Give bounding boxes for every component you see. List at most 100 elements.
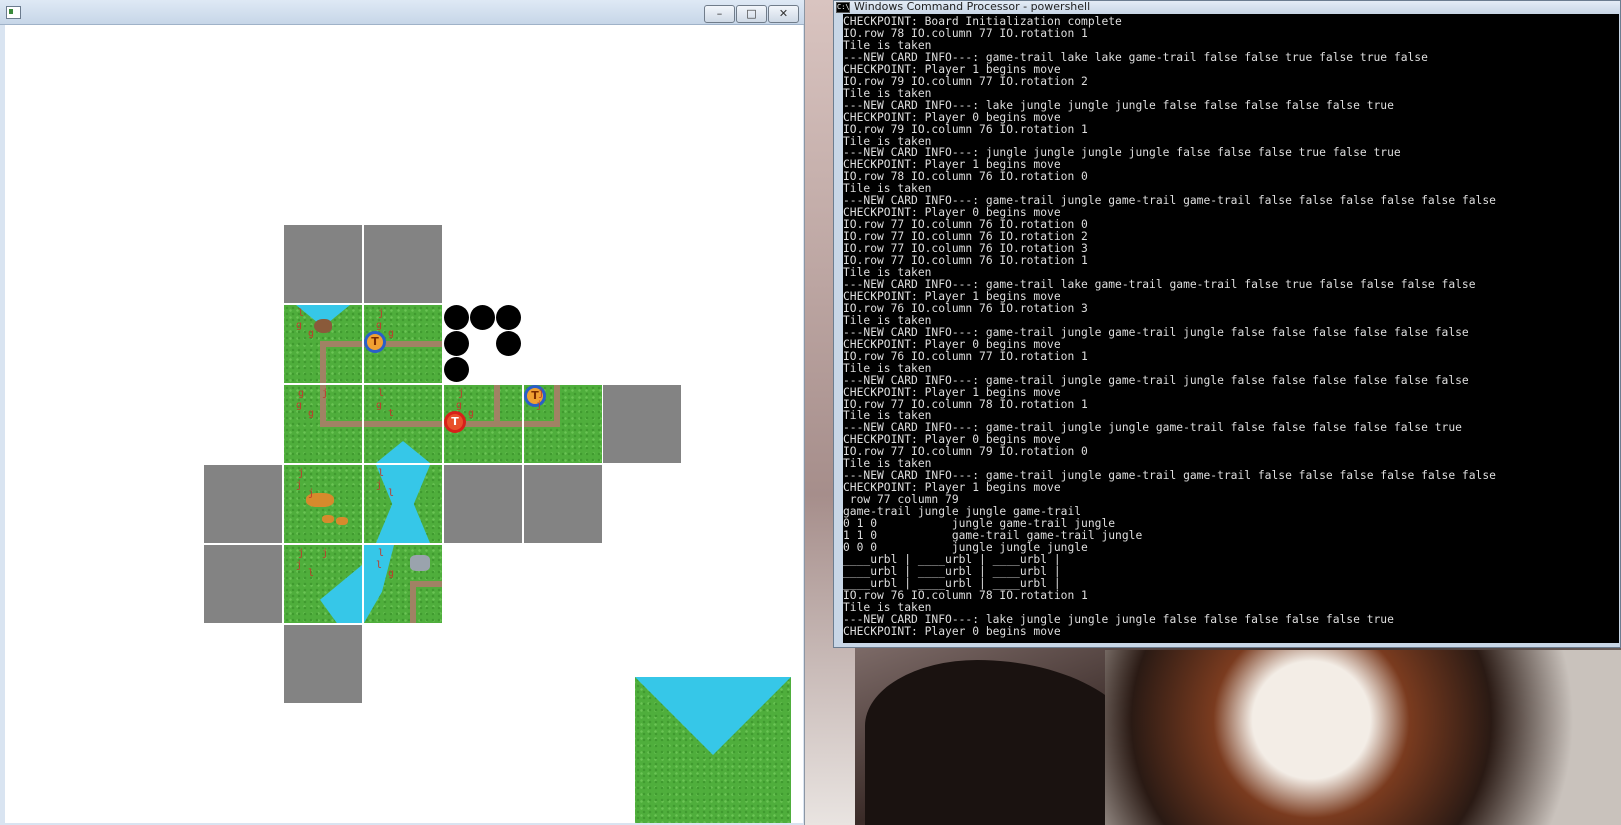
valid-move-marker[interactable] (496, 305, 521, 330)
tile-terrain-mark: l (378, 388, 385, 399)
tile-terrain-mark: g (468, 408, 475, 419)
game-trail (364, 421, 442, 427)
empty-slot[interactable] (284, 225, 362, 303)
console-line: IO.row 79 IO.column 76 IO.rotation 1 (843, 122, 1088, 136)
console-line: CHECKPOINT: Player 1 begins move (843, 62, 1061, 76)
available-slot[interactable] (444, 305, 522, 383)
valid-move-marker[interactable] (496, 331, 521, 356)
game-trail (410, 581, 416, 623)
console-line: Tile is taken (843, 361, 932, 375)
close-icon: ✕ (778, 7, 789, 20)
deer-icon (410, 555, 430, 571)
tile-terrain-mark: g (456, 400, 463, 411)
lake-area (320, 565, 362, 623)
console-line: Tile is taken (843, 86, 932, 100)
console-line: IO.row 79 IO.column 77 IO.rotation 2 (843, 74, 1088, 88)
placed-tile[interactable]: T jgg (444, 385, 522, 463)
empty-slot[interactable] (204, 545, 282, 623)
empty-slot[interactable] (603, 385, 681, 463)
empty-slot[interactable] (284, 625, 362, 703)
lake-area (635, 677, 791, 755)
console-line: IO.row 78 IO.column 77 IO.rotation 1 (843, 26, 1088, 40)
wallpaper-figure (865, 660, 1145, 825)
tile-terrain-mark: j (298, 548, 305, 559)
placed-tile[interactable]: T jj (524, 385, 602, 463)
board-canvas[interactable]: lgg T jgg gggj lgt T jgg T j j j j j l j… (5, 25, 803, 823)
placed-tile[interactable]: jjj (284, 465, 362, 543)
console-line: IO.row 77 IO.column 79 IO.rotation 0 (843, 445, 1088, 459)
console-titlebar: C:\ Windows Command Processor - powershe… (834, 0, 1620, 14)
placed-tile[interactable]: lgt (364, 385, 442, 463)
console-line: IO.row 76 IO.column 77 IO.rotation 1 (843, 349, 1088, 363)
app-icon (6, 6, 21, 19)
placed-tile[interactable]: ljl (364, 465, 442, 543)
tile-terrain-mark: g (308, 408, 315, 419)
console-line: ---NEW CARD INFO---: game-trail jungle g… (843, 373, 1469, 387)
maximize-button[interactable]: □ (736, 5, 767, 23)
game-trail (320, 341, 362, 347)
placed-tile[interactable]: llg (364, 545, 442, 623)
tile-terrain-mark: l (378, 468, 385, 479)
empty-slot[interactable] (204, 465, 282, 543)
placed-tile[interactable]: gggj (284, 385, 362, 463)
game-trail (554, 385, 560, 427)
tile-terrain-mark: l (298, 308, 305, 319)
game-trail (524, 421, 554, 427)
close-button[interactable]: ✕ (768, 5, 799, 23)
empty-slot[interactable] (364, 225, 442, 303)
tile-terrain-mark: j (296, 560, 303, 571)
game-trail (494, 385, 500, 421)
valid-move-marker[interactable] (444, 305, 469, 330)
placed-tile[interactable]: T jgg (364, 305, 442, 383)
console-text: CHECKPOINT: Board Initialization complet… (843, 14, 1619, 638)
tile-terrain-mark: j (376, 480, 383, 491)
console-line: IO.row 78 IO.column 76 IO.rotation 0 (843, 170, 1088, 184)
tile-terrain-mark: j (322, 388, 329, 399)
tile-terrain-mark: g (388, 568, 395, 579)
tile-terrain-mark: l (376, 560, 383, 571)
player-meeple-icon[interactable]: T (444, 411, 466, 433)
current-card-preview[interactable] (635, 677, 791, 823)
console-line: ---NEW CARD INFO---: lake jungle jungle … (843, 612, 1394, 626)
valid-move-marker[interactable] (444, 331, 469, 356)
cmd-icon: C:\ (836, 2, 850, 13)
boar-icon (314, 319, 332, 333)
maximize-icon: □ (746, 7, 757, 20)
tile-terrain-mark: j (538, 388, 545, 399)
minimize-button[interactable]: – (704, 5, 735, 23)
tile-terrain-mark: l (378, 548, 385, 559)
tile-terrain-mark: j (296, 480, 303, 491)
tile-terrain-mark: g (376, 320, 383, 331)
valid-move-marker[interactable] (444, 357, 469, 382)
console-line: CHECKPOINT: Player 1 begins move (843, 481, 1061, 495)
tile-terrain-mark: g (308, 328, 315, 339)
tile-terrain-mark: g (388, 328, 395, 339)
game-trail (320, 421, 362, 427)
lake-area (376, 465, 430, 543)
console-title: Windows Command Processor - powershell (854, 0, 1091, 13)
tile-terrain-mark: g (376, 400, 383, 411)
tile-terrain-mark: j (308, 488, 315, 499)
tile-terrain-mark: j (458, 388, 465, 399)
tile-terrain-mark: g (296, 400, 303, 411)
placed-tile[interactable]: lgg (284, 305, 362, 383)
console-output[interactable]: CHECKPOINT: Board Initialization complet… (843, 14, 1619, 643)
console-line: ---NEW CARD INFO---: game-trail jungle g… (843, 325, 1469, 339)
game-trail (320, 341, 326, 383)
tile-terrain-mark: g (298, 388, 305, 399)
game-window: – □ ✕ lgg T jgg g g g j l g t T j g g T … (0, 0, 805, 825)
console-line: IO.row 76 IO.column 76 IO.rotation 3 (843, 301, 1088, 315)
console-line: CHECKPOINT: Player 0 begins move (843, 110, 1061, 124)
console-line: CHECKPOINT: Player 1 begins move (843, 385, 1061, 399)
placed-tile[interactable]: jjlj (284, 545, 362, 623)
empty-slot[interactable] (444, 465, 522, 543)
player-meeple-icon[interactable]: T (364, 331, 386, 353)
console-line: ____urbl | ____urbl | ____urbl | (843, 564, 1061, 578)
tile-terrain-mark: l (308, 568, 315, 579)
tile-terrain-mark: g (296, 320, 303, 331)
console-line: ---NEW CARD INFO---: lake jungle jungle … (843, 98, 1394, 112)
valid-move-marker[interactable] (470, 305, 495, 330)
empty-slot[interactable] (524, 465, 602, 543)
tile-terrain-mark: j (298, 468, 305, 479)
console-line: IO.row 77 IO.column 76 IO.rotation 1 (843, 254, 1088, 268)
